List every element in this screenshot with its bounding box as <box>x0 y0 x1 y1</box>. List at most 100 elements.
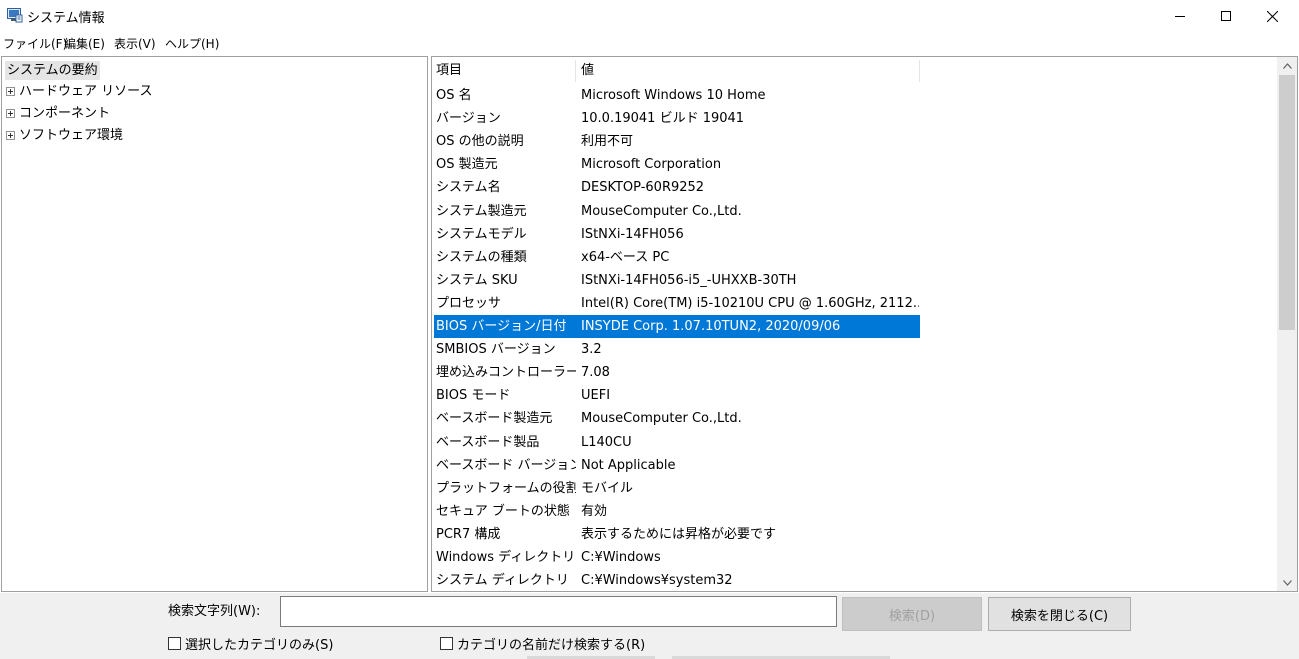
row-value-cell: 10.0.19041 ビルド 19041 <box>581 111 745 126</box>
row-item-cell: プロセッサ <box>436 296 502 311</box>
table-row[interactable]: OS 名 Microsoft Windows 10 Home <box>434 84 920 107</box>
row-item-cell: ベースボード製造元 <box>436 411 553 426</box>
expand-plus-icon[interactable] <box>6 109 15 118</box>
row-value-cell: IStNXi-14FH056-i5_-UHXXB-30TH <box>581 273 797 288</box>
table-row[interactable]: セキュア ブートの状態 有効 <box>434 500 920 523</box>
menu-file[interactable]: ファイル(F) <box>3 35 67 52</box>
row-value-cell: DESKTOP-60R9252 <box>581 180 705 195</box>
table-row[interactable]: システム製造元 MouseComputer Co.,Ltd. <box>434 200 920 223</box>
details-list[interactable]: 項目 値 OS 名 Microsoft Windows 10 Home バージョン 1… <box>431 56 1298 592</box>
row-item-cell: システムの種類 <box>436 250 527 265</box>
maximize-button[interactable] <box>1203 0 1249 32</box>
menu-edit[interactable]: 編集(E) <box>64 35 105 52</box>
column-divider[interactable] <box>575 60 576 82</box>
close-icon <box>1266 10 1278 22</box>
row-value-cell: MouseComputer Co.,Ltd. <box>581 204 742 219</box>
expand-plus-icon[interactable] <box>6 131 15 140</box>
row-value-cell: 有効 <box>581 504 608 519</box>
row-item-cell: プラットフォームの役割 <box>436 481 576 496</box>
search-button[interactable]: 検索(D) <box>842 597 982 631</box>
table-row[interactable]: プラットフォームの役割 モバイル <box>434 477 920 500</box>
selected-category-only-option[interactable]: 選択したカテゴリのみ(S) <box>168 634 333 653</box>
row-item-cell: OS 製造元 <box>436 157 498 172</box>
table-row[interactable]: ベースボード製造元 MouseComputer Co.,Ltd. <box>434 407 920 430</box>
menu-help[interactable]: ヘルプ(H) <box>165 35 219 52</box>
row-value-cell: 3.2 <box>581 342 602 357</box>
table-row[interactable]: システムモデル IStNXi-14FH056 <box>434 223 920 246</box>
expand-plus-icon[interactable] <box>6 87 15 96</box>
scroll-down-button[interactable] <box>1277 574 1297 591</box>
scroll-thumb[interactable] <box>1279 75 1295 330</box>
row-item-cell: OS 名 <box>436 88 472 103</box>
row-item-cell: PCR7 構成 <box>436 527 501 542</box>
column-header-item[interactable]: 項目 <box>436 60 462 82</box>
row-value-cell: Microsoft Corporation <box>581 157 722 172</box>
row-item-cell: Windows ディレクトリ <box>436 550 576 565</box>
row-value-cell: 表示するためには昇格が必要です <box>581 527 777 542</box>
minimize-button[interactable] <box>1157 0 1203 32</box>
tree-item-system-summary[interactable]: システムの要約 <box>5 61 100 80</box>
close-button[interactable] <box>1249 0 1295 32</box>
title-bar: システム情報 <box>0 0 1299 32</box>
row-item-cell: システム名 <box>436 180 501 195</box>
table-row[interactable]: プロセッサ Intel(R) Core(TM) i5-10210U CPU @ 1… <box>434 292 920 315</box>
table-row[interactable]: システム SKU IStNXi-14FH056-i5_-UHXXB-30TH <box>434 269 920 292</box>
row-value-cell: 7.08 <box>581 365 610 380</box>
row-value-cell: IStNXi-14FH056 <box>581 227 684 242</box>
category-tree[interactable]: システムの要約 ハードウェア リソース コンポーネント ソフトウェア環境 <box>1 56 428 592</box>
row-item-cell: バージョン <box>436 111 501 126</box>
row-item-cell: ベースボード製品 <box>436 435 540 450</box>
row-item-cell: SMBIOS バージョン <box>436 342 556 357</box>
table-row[interactable]: OS 製造元 Microsoft Corporation <box>434 153 920 176</box>
selected-category-only-label: 選択したカテゴリのみ(S) <box>185 638 334 653</box>
window-title: システム情報 <box>27 11 105 26</box>
chevron-down-icon <box>1282 575 1292 590</box>
table-row[interactable]: バージョン 10.0.19041 ビルド 19041 <box>434 107 920 130</box>
menu-view[interactable]: 表示(V) <box>114 35 156 52</box>
row-value-cell: C:¥Windows¥system32 <box>581 573 733 588</box>
table-row[interactable]: OS の他の説明 利用不可 <box>434 130 920 153</box>
column-divider[interactable] <box>919 60 920 82</box>
row-value-cell: 利用不可 <box>581 134 634 149</box>
tree-item-software-environment[interactable]: ソフトウェア環境 <box>6 126 123 145</box>
row-item-cell: システム ディレクトリ <box>436 573 569 588</box>
minimize-icon <box>1175 11 1185 21</box>
row-value-cell: MouseComputer Co.,Ltd. <box>581 411 742 426</box>
tree-item-hardware-resources[interactable]: ハードウェア リソース <box>6 82 152 101</box>
row-item-cell: システムモデル <box>436 227 527 242</box>
row-value-cell: C:¥Windows <box>581 550 661 565</box>
tree-item-label: ソフトウェア環境 <box>19 128 124 143</box>
vertical-scrollbar[interactable] <box>1277 57 1297 591</box>
table-row[interactable]: SMBIOS バージョン 3.2 <box>434 338 920 361</box>
close-search-button[interactable]: 検索を閉じる(C) <box>988 597 1131 631</box>
tree-item-components[interactable]: コンポーネント <box>6 104 110 123</box>
row-item-cell: システム製造元 <box>436 204 527 219</box>
category-names-only-label: カテゴリの名前だけ検索する(R) <box>457 638 646 653</box>
selected-category-only-checkbox[interactable] <box>168 637 181 650</box>
row-value-cell: Not Applicable <box>581 458 676 473</box>
table-row[interactable]: Windows ディレクトリ C:¥Windows <box>434 546 920 569</box>
row-value-cell: UEFI <box>581 388 611 403</box>
table-row[interactable]: システムの種類 x64-ベース PC <box>434 246 920 269</box>
row-item-cell: 埋め込みコントローラー... <box>436 365 576 380</box>
tree-item-label: コンポーネント <box>19 106 111 121</box>
category-names-only-checkbox[interactable] <box>440 637 453 650</box>
table-row[interactable]: 埋め込みコントローラー... 7.08 <box>434 361 920 384</box>
table-row[interactable]: PCR7 構成 表示するためには昇格が必要です <box>434 523 920 546</box>
table-row[interactable]: システム ディレクトリ C:¥Windows¥system32 <box>434 569 920 591</box>
table-row[interactable]: BIOS バージョン/日付 INSYDE Corp. 1.07.10TUN2, 2… <box>434 315 920 338</box>
row-item-cell: ベースボード バージョン <box>436 458 576 473</box>
table-row[interactable]: ベースボード バージョン Not Applicable <box>434 454 920 477</box>
tree-item-label: ハードウェア リソース <box>19 84 153 99</box>
table-row[interactable]: BIOS モード UEFI <box>434 384 920 407</box>
row-value-cell: Microsoft Windows 10 Home <box>581 88 766 103</box>
category-names-only-option[interactable]: カテゴリの名前だけ検索する(R) <box>440 634 645 653</box>
column-header-value[interactable]: 値 <box>581 60 594 82</box>
table-row[interactable]: ベースボード製品 L140CU <box>434 431 920 454</box>
chevron-up-icon <box>1282 58 1292 73</box>
row-item-cell: セキュア ブートの状態 <box>436 504 570 519</box>
row-value-cell: モバイル <box>581 481 634 496</box>
scroll-up-button[interactable] <box>1277 57 1297 74</box>
search-input[interactable] <box>280 596 837 627</box>
table-row[interactable]: システム名 DESKTOP-60R9252 <box>434 176 920 199</box>
